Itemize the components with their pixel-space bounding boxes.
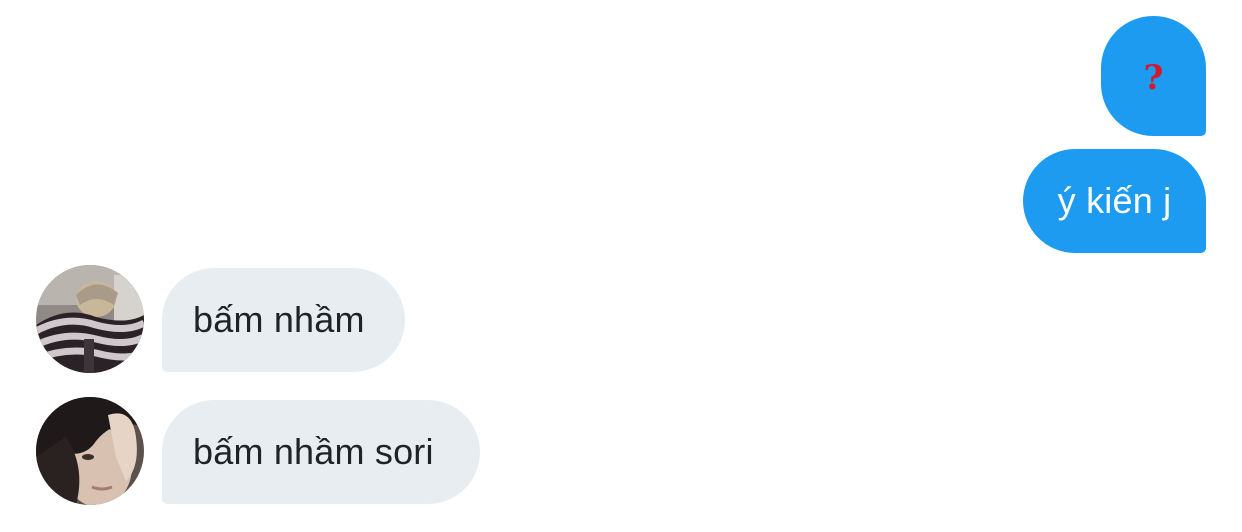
sender-avatar[interactable]	[36, 397, 144, 505]
message-text: bấm nhầm	[193, 299, 365, 340]
message-text: ý kiến j	[1057, 180, 1172, 221]
message-text: bấm nhầm sori	[193, 431, 434, 472]
sender-avatar[interactable]	[36, 265, 144, 373]
avatar-photo-icon	[36, 397, 144, 505]
incoming-message-bubble[interactable]: bấm nhầm	[162, 268, 405, 372]
question-mark-icon: ?	[1143, 57, 1164, 98]
outgoing-message-bubble[interactable]: ý kiến j	[1023, 149, 1206, 253]
incoming-message-bubble[interactable]: bấm nhầm sori	[162, 400, 480, 504]
outgoing-message-bubble[interactable]: ?	[1101, 16, 1206, 136]
avatar-photo-icon	[36, 265, 144, 373]
